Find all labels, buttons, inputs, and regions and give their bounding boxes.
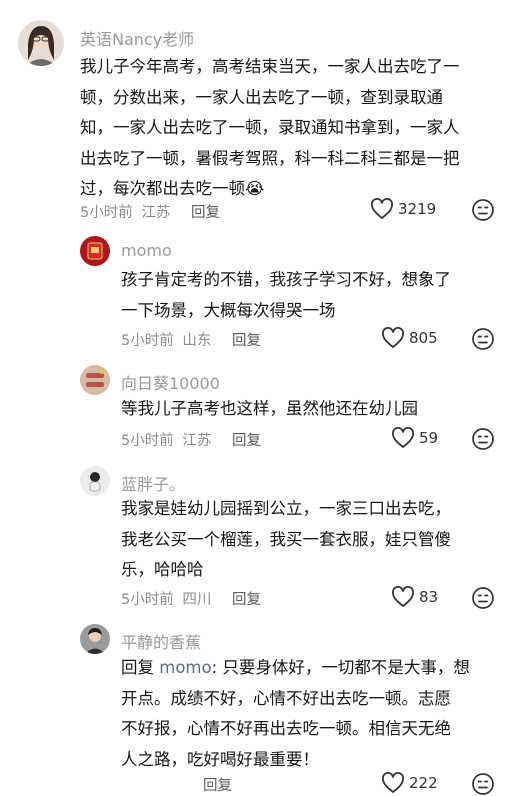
avatar[interactable]	[80, 466, 110, 496]
comment-line: 过，每次都出去吃一顿	[80, 179, 245, 198]
comment-meta: 5小时前 山东 回复	[121, 329, 261, 350]
comment-line: 乐，哈哈哈	[121, 560, 204, 579]
comment-line: : 只要身体好，一切都不是大事，想	[211, 658, 470, 677]
comment-line: 我儿子今年高考，高考结束当天，一家人出去吃了一	[80, 57, 460, 76]
like-button[interactable]: 805	[381, 327, 438, 349]
comment-line: 出去吃了一顿，暑假考驾照，科一科二科三都是一把	[80, 148, 460, 168]
frown-face-icon	[472, 587, 494, 609]
comment-location: 江苏	[141, 205, 171, 221]
like-count: 59	[419, 429, 439, 447]
like-button[interactable]: 59	[391, 427, 438, 449]
comment-author[interactable]: momo	[121, 241, 172, 260]
heart-outline-icon	[382, 327, 404, 348]
comment-line: 不好报，心情不好再出去吃一顿。相信天无绝	[121, 719, 451, 738]
comment-line: 孩子肯定考的不错，我孩子学习不好，想象了	[121, 270, 451, 289]
reply-button[interactable]: 回复	[232, 329, 261, 350]
comment-author[interactable]: 英语Nancy老师	[80, 26, 194, 50]
comment-meta: 5小时前 江苏 回复	[80, 201, 220, 222]
comment-line: 我老公买一个榴莲，我买一套衣服，娃只管傻	[121, 529, 451, 549]
comment-meta: 5小时前 四川 回复	[121, 588, 261, 609]
like-button[interactable]: 222	[381, 772, 438, 794]
like-count: 222	[409, 774, 438, 792]
comment-line: 知，一家人出去吃了一顿，录取通知书拿到，一家人	[80, 118, 460, 137]
comment-line: 我家是娃幼儿园摇到公立，一家三口出去吃，	[121, 499, 451, 518]
avatar[interactable]	[18, 20, 64, 66]
comment-line: 开点。成绩不好，心情不好出去吃一顿。志愿	[121, 688, 451, 708]
comment-author[interactable]: 平静的香蕉	[121, 629, 201, 653]
reply-prefix: 回复	[121, 658, 154, 677]
like-count: 3219	[398, 200, 437, 218]
frown-face-icon	[472, 199, 494, 221]
comment-text: 等我儿子高考也这样，虽然他还在幼儿园	[121, 394, 418, 425]
reply-button[interactable]: 回复	[191, 201, 220, 222]
avatar[interactable]	[80, 624, 110, 654]
comment-line: 人之路，吃好喝好最重要！	[121, 749, 319, 769]
comment-meta: 5小时前 江苏 回复	[121, 429, 261, 450]
frown-face-icon	[472, 773, 494, 795]
comment-text: 我儿子今年高考，高考结束当天，一家人出去吃了一 顿，分数出来，一家人出去吃了一顿…	[80, 52, 460, 205]
reply-button[interactable]: 回复	[232, 429, 261, 450]
like-button[interactable]: 83	[391, 586, 438, 608]
heart-outline-icon	[392, 427, 414, 448]
comment-line: 一下场景，大概每次得哭一场	[121, 300, 336, 320]
comment-line: 等我儿子高考也这样，虽然他还在幼儿园	[121, 399, 418, 418]
reply-button[interactable]: 回复	[203, 774, 232, 795]
avatar[interactable]	[80, 365, 110, 395]
avatar[interactable]	[80, 236, 110, 266]
comment-time: 5小时前	[121, 592, 174, 608]
comment-line: 顿，分数出来，一家人出去吃了一顿，查到录取通	[80, 87, 443, 107]
frown-face-icon	[472, 428, 494, 450]
comment-text: 我家是娃幼儿园摇到公立，一家三口出去吃， 我老公买一个榴莲，我买一套衣服，娃只管…	[121, 494, 451, 586]
comment-time: 5小时前	[80, 205, 133, 221]
like-button[interactable]: 3219	[370, 198, 436, 220]
mentioned-user-link[interactable]: momo	[159, 658, 211, 677]
heart-outline-icon	[382, 772, 404, 793]
comment-text: 回复 momo: 只要身体好，一切都不是大事，想 开点。成绩不好，心情不好出去吃…	[121, 653, 470, 775]
like-count: 83	[419, 588, 439, 606]
heart-outline-icon	[371, 198, 393, 219]
dislike-button[interactable]	[471, 772, 495, 796]
heart-outline-icon	[392, 586, 414, 607]
comment-time: 5小时前	[121, 333, 174, 349]
frown-face-icon	[472, 328, 494, 350]
comment-author[interactable]: 蓝胖子。	[121, 471, 185, 495]
reply-button[interactable]: 回复	[232, 588, 261, 609]
comment-location: 山东	[182, 333, 212, 349]
comment-meta: 回复	[203, 774, 232, 795]
dislike-button[interactable]	[471, 327, 495, 351]
comment-time: 5小时前	[121, 433, 174, 449]
dislike-button[interactable]	[471, 586, 495, 610]
comment-author[interactable]: 向日葵10000	[121, 370, 220, 394]
comment-location: 江苏	[182, 433, 212, 449]
comment-location: 四川	[182, 592, 212, 608]
dislike-button[interactable]	[471, 427, 495, 451]
dislike-button[interactable]	[471, 198, 495, 222]
like-count: 805	[409, 329, 438, 347]
comment-text: 孩子肯定考的不错，我孩子学习不好，想象了 一下场景，大概每次得哭一场	[121, 265, 451, 326]
crying-emoji: 😭	[245, 179, 265, 198]
